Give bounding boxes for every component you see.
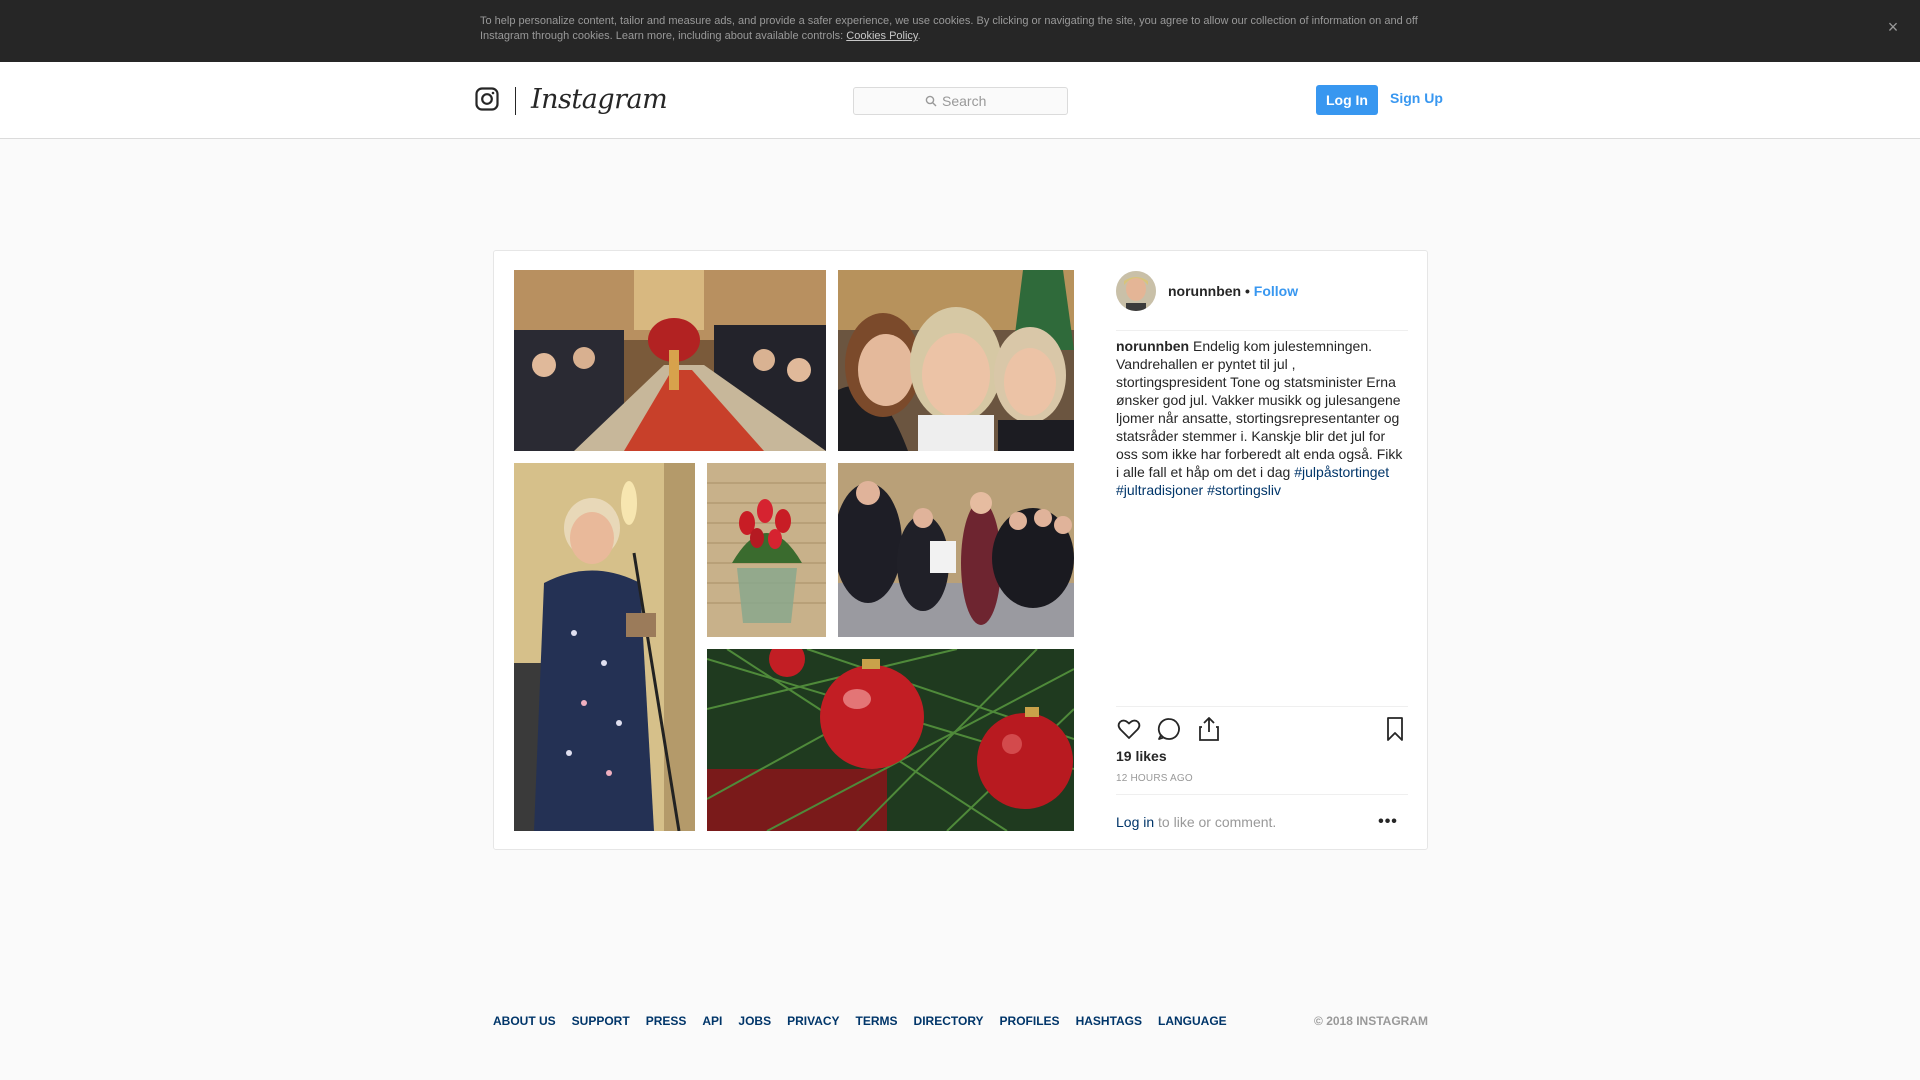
instagram-wordmark[interactable]: Instagram <box>531 84 668 115</box>
username-link[interactable]: norunnben <box>1168 283 1241 299</box>
photo-collage[interactable] <box>514 270 1074 831</box>
footer-link-language[interactable]: LANGUAGE <box>1158 1014 1227 1028</box>
photo-tulips <box>707 463 826 637</box>
search-icon <box>925 95 937 107</box>
close-icon[interactable]: × <box>1882 16 1904 38</box>
post-card: norunnben • Follow norunnben Endelig kom… <box>493 250 1428 850</box>
bookmark-icon[interactable] <box>1382 716 1408 742</box>
footer-link-api[interactable]: API <box>702 1014 722 1028</box>
hashtag-link[interactable]: #jultradisjoner <box>1116 482 1203 498</box>
log-in-link[interactable]: Log in <box>1116 814 1154 830</box>
photo-buffet-table <box>514 270 826 451</box>
post-caption: norunnben Endelig kom julestemningen. Va… <box>1116 337 1408 499</box>
post-timestamp[interactable]: 12 HOURS AGO <box>1116 773 1193 784</box>
footer-link-directory[interactable]: DIRECTORY <box>914 1014 984 1028</box>
heart-icon[interactable] <box>1116 716 1142 742</box>
footer-link-hashtags[interactable]: HASHTAGS <box>1076 1014 1142 1028</box>
caption-text: Endelig kom julestemningen. Vandrehallen… <box>1116 338 1403 480</box>
search-input[interactable] <box>942 92 1062 110</box>
photo-choir <box>838 463 1074 637</box>
comment-prompt-text: to like or comment. <box>1154 814 1277 830</box>
footer-link-support[interactable]: SUPPORT <box>572 1014 630 1028</box>
search-box[interactable] <box>853 87 1068 115</box>
comment-icon[interactable] <box>1156 716 1182 742</box>
footer-links: ABOUT US SUPPORT PRESS API JOBS PRIVACY … <box>493 1014 1227 1028</box>
cookie-banner: To help personalize content, tailor and … <box>0 0 1920 62</box>
footer-link-profiles[interactable]: PROFILES <box>1000 1014 1060 1028</box>
comment-prompt-row: Log in to like or comment. ••• <box>1116 794 1408 849</box>
separator: • <box>1245 283 1250 299</box>
footer-link-about[interactable]: ABOUT US <box>493 1014 556 1028</box>
share-icon[interactable] <box>1196 716 1222 742</box>
logo-divider <box>515 87 516 115</box>
cookie-message: To help personalize content, tailor and … <box>480 15 1418 42</box>
footer-link-terms[interactable]: TERMS <box>856 1014 898 1028</box>
post-author: norunnben • Follow <box>1168 283 1298 299</box>
like-count[interactable]: 19 likes <box>1116 748 1167 764</box>
photo-selfie <box>838 270 1074 451</box>
caption-username[interactable]: norunnben <box>1116 338 1189 354</box>
log-in-button[interactable]: Log In <box>1316 85 1378 115</box>
hashtag-link[interactable]: #julpåstortinget <box>1294 464 1389 480</box>
photo-christmas-ornaments <box>707 649 1074 831</box>
top-nav: Instagram Log In Sign Up <box>0 62 1920 139</box>
photo-speaker <box>514 463 695 831</box>
footer-link-press[interactable]: PRESS <box>646 1014 687 1028</box>
hashtag-link[interactable]: #stortingsliv <box>1207 482 1281 498</box>
post-actions <box>1116 706 1408 746</box>
footer-link-privacy[interactable]: PRIVACY <box>787 1014 839 1028</box>
footer: ABOUT US SUPPORT PRESS API JOBS PRIVACY … <box>493 1014 1428 1030</box>
cookie-suffix: . <box>917 30 921 42</box>
cookies-policy-link[interactable]: Cookies Policy <box>846 30 917 42</box>
post-header: norunnben • Follow <box>1116 271 1408 331</box>
avatar[interactable] <box>1116 271 1156 311</box>
footer-link-jobs[interactable]: JOBS <box>738 1014 771 1028</box>
more-options-icon[interactable]: ••• <box>1378 813 1398 833</box>
comment-prompt: Log in to like or comment. <box>1116 814 1276 830</box>
follow-button[interactable]: Follow <box>1254 283 1298 299</box>
cookie-text: To help personalize content, tailor and … <box>480 14 1440 44</box>
post-sidebar: norunnben • Follow norunnben Endelig kom… <box>1116 251 1408 849</box>
instagram-camera-icon[interactable] <box>475 87 499 111</box>
copyright: © 2018 INSTAGRAM <box>1314 1014 1428 1028</box>
sign-up-button[interactable]: Sign Up <box>1390 90 1443 106</box>
